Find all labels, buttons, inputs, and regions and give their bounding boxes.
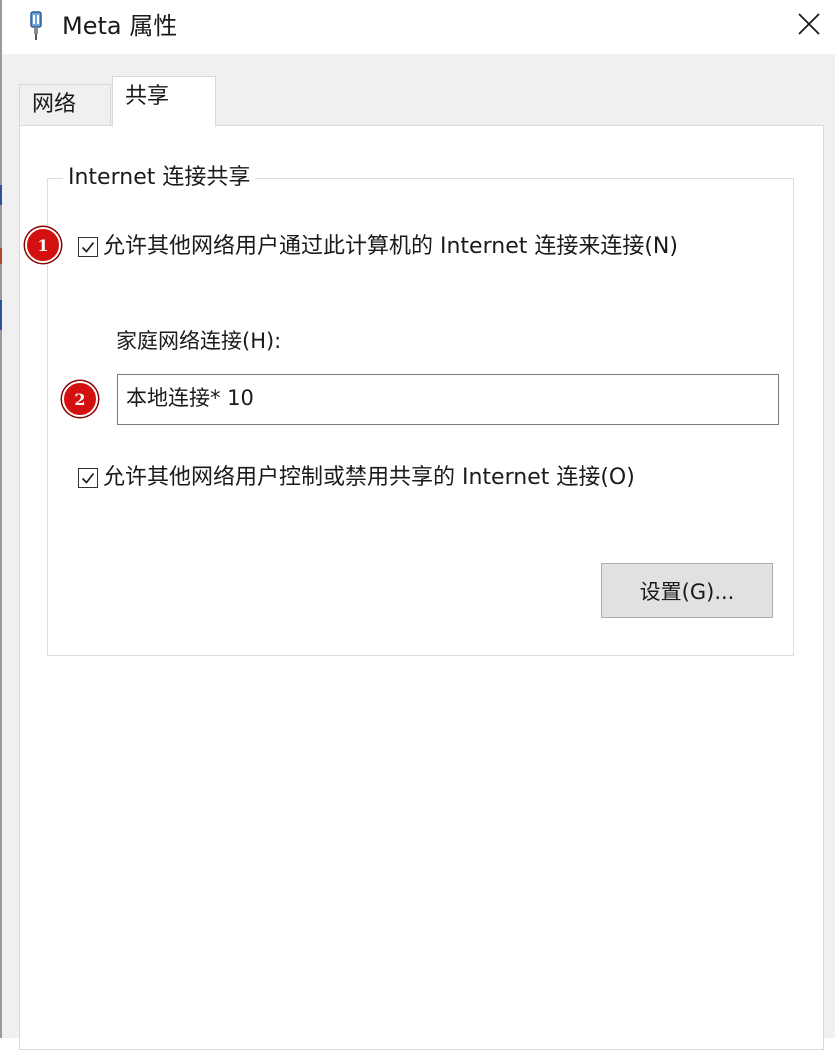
- allow-control-label: 允许其他网络用户控制或禁用共享的 Internet 连接(O): [103, 465, 635, 490]
- home-network-label: 家庭网络连接(H):: [116, 329, 282, 353]
- close-icon: [798, 13, 820, 39]
- annotation-badge-1: 1: [25, 227, 61, 263]
- allow-sharing-label: 允许其他网络用户通过此计算机的 Internet 连接来连接(N): [103, 234, 678, 259]
- settings-button-label: 设置(G)...: [639, 579, 735, 604]
- tab-label: 网络: [32, 92, 77, 117]
- title-bar: Meta 属性: [2, 0, 835, 54]
- checkbox-box[interactable]: [78, 468, 98, 488]
- allow-sharing-checkbox[interactable]: 允许其他网络用户通过此计算机的 Internet 连接来连接(N): [78, 232, 678, 262]
- tab-network[interactable]: 网络: [19, 84, 111, 126]
- allow-control-checkbox[interactable]: 允许其他网络用户控制或禁用共享的 Internet 连接(O): [78, 463, 635, 493]
- settings-button[interactable]: 设置(G)...: [601, 563, 773, 618]
- network-adapter-icon: [28, 11, 44, 41]
- checkmark-icon: [81, 473, 95, 484]
- window-title: Meta 属性: [62, 12, 178, 40]
- tab-label: 共享: [125, 84, 170, 109]
- home-network-select[interactable]: 本地连接* 10: [117, 374, 779, 425]
- tab-sharing[interactable]: 共享: [112, 76, 216, 127]
- annotation-badge-2: 2: [62, 381, 98, 417]
- group-legend: Internet 连接共享: [63, 163, 256, 193]
- close-button[interactable]: [787, 6, 831, 46]
- checkmark-icon: [81, 242, 95, 253]
- checkbox-box[interactable]: [78, 237, 98, 257]
